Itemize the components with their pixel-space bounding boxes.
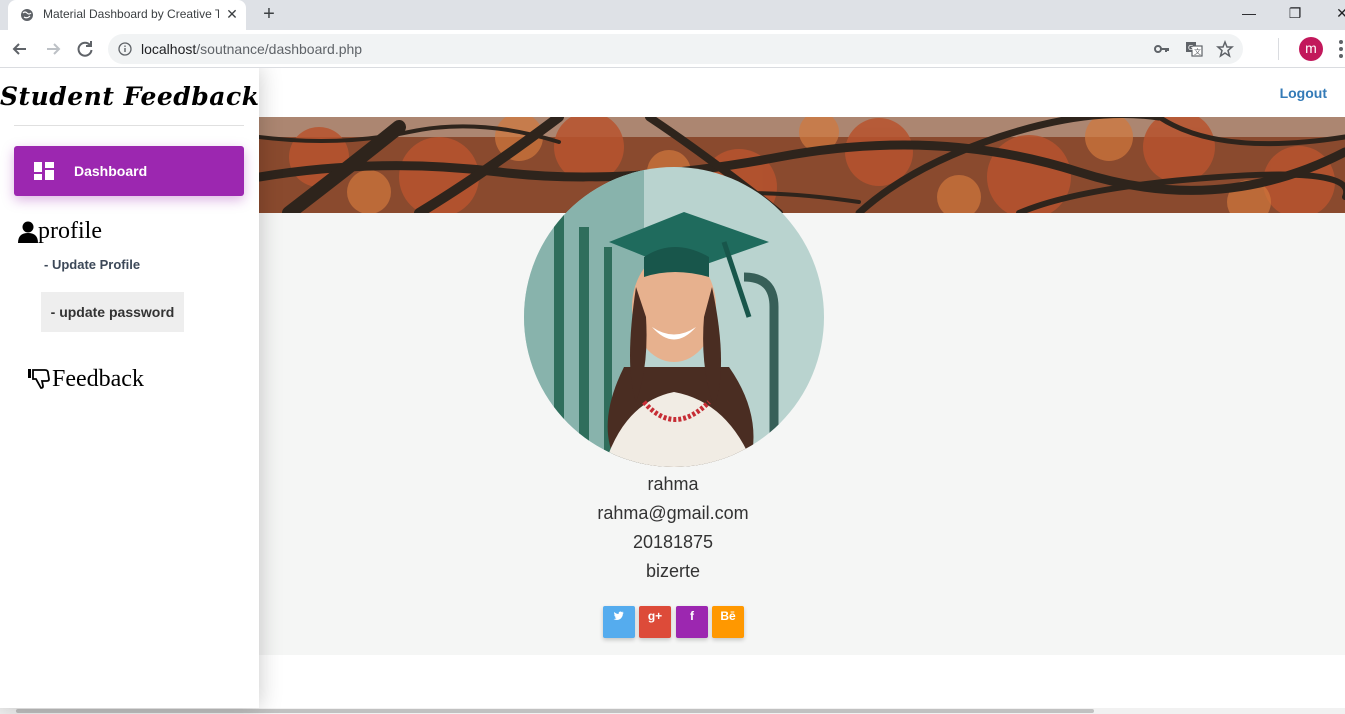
new-tab-icon[interactable]: + xyxy=(258,3,280,25)
update-password-link[interactable]: - update password xyxy=(41,292,184,332)
star-icon[interactable] xyxy=(1216,40,1234,58)
forward-arrow-icon[interactable] xyxy=(42,38,64,60)
url-host: localhost xyxy=(141,41,197,57)
more-menu-icon[interactable] xyxy=(1336,38,1345,60)
key-icon[interactable] xyxy=(1153,40,1171,58)
browser-tabbar: Material Dashboard by Creative Tim ✕ + —… xyxy=(0,0,1345,30)
globe-icon xyxy=(21,9,33,21)
url-text: localhost/soutnance/dashboard.php xyxy=(141,41,362,57)
thumbs-down-icon xyxy=(28,369,50,389)
facebook-icon: f xyxy=(690,609,694,623)
restore-icon[interactable]: ❐ xyxy=(1284,2,1306,24)
dashboard-icon xyxy=(34,162,54,180)
sidebar-item-label: Feedback xyxy=(52,366,144,392)
address-bar[interactable]: localhost/soutnance/dashboard.php G 文 xyxy=(108,34,1243,64)
sidebar-divider xyxy=(14,125,244,126)
behance-button[interactable]: Bē xyxy=(712,606,744,638)
tab-title: Material Dashboard by Creative Tim xyxy=(43,7,219,21)
close-tab-icon[interactable]: ✕ xyxy=(224,5,240,23)
close-window-icon[interactable]: ✕ xyxy=(1331,2,1345,24)
browser-tab[interactable]: Material Dashboard by Creative Tim ✕ xyxy=(8,0,246,30)
profile-email: rahma@gmail.com xyxy=(597,503,749,523)
browser-profile-avatar[interactable]: m xyxy=(1299,37,1323,61)
url-path: /soutnance/dashboard.php xyxy=(196,41,363,57)
svg-text:文: 文 xyxy=(1194,47,1201,56)
twitter-button[interactable] xyxy=(603,606,635,638)
back-arrow-icon[interactable] xyxy=(9,38,31,60)
browser-toolbar: localhost/soutnance/dashboard.php G 文 m xyxy=(0,30,1345,68)
scrollbar-thumb[interactable] xyxy=(16,709,1094,713)
horizontal-scrollbar[interactable] xyxy=(0,708,1345,714)
twitter-icon xyxy=(613,611,624,620)
update-profile-link[interactable]: - Update Profile xyxy=(44,257,140,272)
sidebar-item-label: profile xyxy=(38,218,102,244)
page-viewport: Logout rahma rahma@gmail.com 20181875 bi… xyxy=(0,68,1345,714)
user-icon xyxy=(18,221,38,243)
behance-icon: Bē xyxy=(720,609,736,623)
translate-icon[interactable]: G 文 xyxy=(1185,40,1203,58)
svg-text:G: G xyxy=(1188,44,1193,52)
profile-id-number: 20181875 xyxy=(632,532,714,552)
reload-icon[interactable] xyxy=(74,38,96,60)
sidebar-item-dashboard[interactable]: Dashboard xyxy=(14,146,244,196)
info-icon[interactable] xyxy=(118,42,132,56)
google-plus-icon: g+ xyxy=(647,609,663,623)
top-navbar: Logout xyxy=(259,68,1345,117)
header-banner-image xyxy=(259,117,1345,213)
brand-title[interactable]: Student Feedback xyxy=(0,82,259,111)
minimize-icon[interactable]: — xyxy=(1238,2,1260,24)
profile-photo xyxy=(524,167,824,467)
toolbar-divider xyxy=(1278,38,1279,60)
google-plus-button[interactable]: g+ xyxy=(639,606,671,638)
profile-city: bizerte xyxy=(645,561,701,581)
logout-link[interactable]: Logout xyxy=(1280,85,1327,101)
facebook-button[interactable]: f xyxy=(676,606,708,638)
profile-name: rahma xyxy=(647,474,699,494)
sidebar-item-label: Dashboard xyxy=(74,163,148,179)
sidebar: Student Feedback Dashboard profile - Upd… xyxy=(0,68,259,708)
